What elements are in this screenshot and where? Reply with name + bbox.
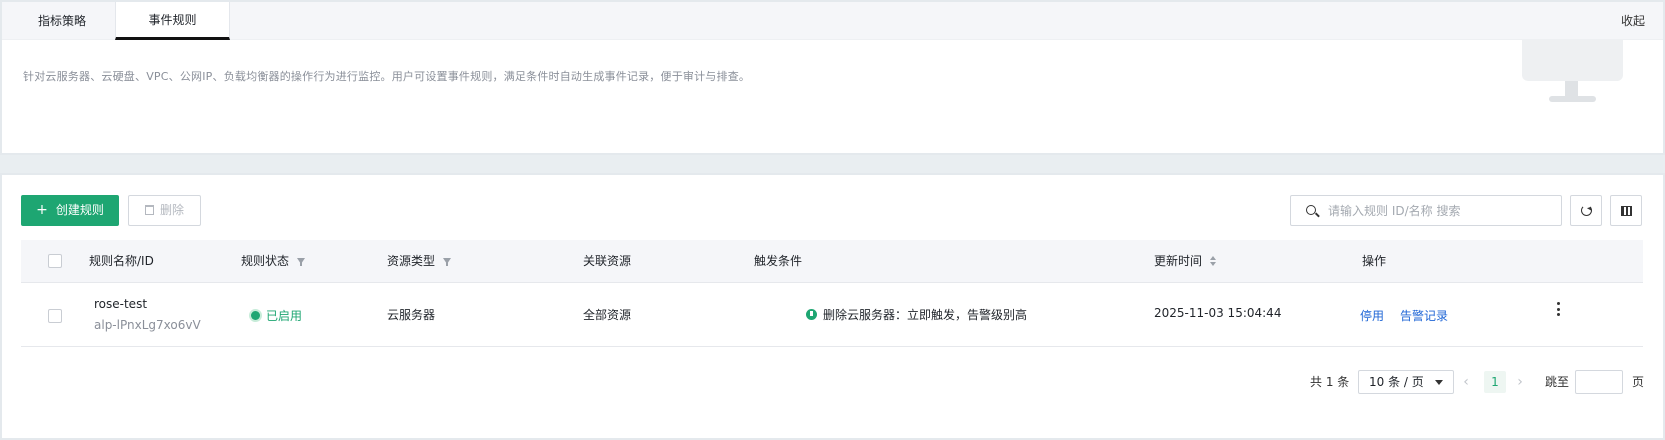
create-rule-label: 创建规则 bbox=[55, 203, 104, 217]
refresh-icon bbox=[1581, 205, 1592, 216]
related-resource-cell: 全部资源 bbox=[583, 308, 632, 322]
search-icon bbox=[1306, 205, 1316, 215]
monitor-base bbox=[1549, 96, 1596, 102]
column-header-actions-label: 操作 bbox=[1362, 254, 1387, 268]
column-header-resource-type-label: 资源类型 bbox=[387, 254, 436, 268]
page-suffix: 页 bbox=[1632, 375, 1645, 389]
column-header-trigger: 触发条件 bbox=[754, 240, 802, 283]
column-header-actions: 操作 bbox=[1362, 240, 1386, 283]
total-count: 共 1 条 bbox=[1310, 375, 1350, 389]
chevron-down-icon bbox=[1435, 380, 1443, 385]
tab-metric-policy[interactable]: 指标策略 bbox=[10, 2, 114, 40]
page-size-value: 10 条 / 页 bbox=[1369, 375, 1424, 389]
column-header-name: 规则名称/ID bbox=[89, 240, 154, 283]
filter-icon[interactable] bbox=[443, 258, 452, 266]
column-header-trigger-label: 触发条件 bbox=[754, 254, 803, 268]
current-page[interactable]: 1 bbox=[1484, 371, 1506, 393]
column-header-name-label: 规则名称/ID bbox=[89, 254, 154, 268]
rule-id: alp-lPnxLg7xo6vV bbox=[94, 318, 201, 332]
status-badge: 已启用 bbox=[251, 307, 302, 324]
tab-event-rules[interactable]: 事件规则 bbox=[115, 2, 230, 40]
column-header-resource-type: 资源类型 bbox=[387, 240, 452, 283]
page-jump-input[interactable] bbox=[1575, 370, 1623, 394]
table-header: 规则名称/ID 规则状态 资源类型 关联资源 触发条件 更新时间 操作 bbox=[21, 240, 1643, 283]
disable-link[interactable]: 停用 bbox=[1360, 307, 1384, 324]
description-text: 针对云服务器、云硬盘、VPC、公网IP、负载均衡器的操作行为进行监控。用户可设置… bbox=[23, 70, 751, 83]
search-input[interactable] bbox=[1328, 196, 1556, 225]
more-actions-icon[interactable] bbox=[1557, 302, 1561, 318]
tab-bar: 指标策略 事件规则 收起 bbox=[2, 2, 1663, 40]
select-all-checkbox[interactable] bbox=[48, 254, 62, 268]
trash-icon bbox=[144, 205, 154, 215]
filter-icon[interactable] bbox=[297, 258, 306, 266]
trigger-cell: 删除云服务器：立即触发，告警级别高 bbox=[806, 306, 1027, 323]
column-header-status: 规则状态 bbox=[241, 240, 306, 283]
column-header-related-resource: 关联资源 bbox=[583, 240, 631, 283]
rule-name: rose-test bbox=[94, 297, 148, 311]
plus-icon: + bbox=[36, 202, 48, 218]
column-header-status-label: 规则状态 bbox=[241, 254, 290, 268]
rules-intro-panel: 指标策略 事件规则 收起 针对云服务器、云硬盘、VPC、公网IP、负载均衡器的操… bbox=[0, 0, 1665, 155]
column-header-related-resource-label: 关联资源 bbox=[583, 254, 632, 268]
monitor-screen bbox=[1522, 40, 1623, 81]
next-page-icon[interactable]: › bbox=[1512, 370, 1528, 394]
alarm-records-link[interactable]: 告警记录 bbox=[1400, 307, 1448, 324]
status-dot-icon bbox=[251, 311, 260, 320]
create-rule-button[interactable]: + 创建规则 bbox=[21, 195, 119, 226]
resource-type-cell: 云服务器 bbox=[387, 308, 436, 322]
refresh-button[interactable] bbox=[1570, 195, 1602, 226]
search-box bbox=[1290, 195, 1562, 226]
trigger-icon bbox=[806, 309, 817, 320]
jump-label: 跳至 bbox=[1545, 375, 1570, 389]
trigger-text: 删除云服务器：立即触发，告警级别高 bbox=[823, 308, 1028, 322]
columns-icon bbox=[1621, 206, 1632, 216]
delete-label: 删除 bbox=[159, 203, 184, 217]
collapse-button[interactable]: 收起 bbox=[1621, 2, 1645, 40]
column-header-updated-at: 更新时间 bbox=[1154, 240, 1217, 283]
updated-at-cell: 2025-11-03 15:04:44 bbox=[1154, 306, 1282, 320]
sort-icon[interactable] bbox=[1210, 256, 1217, 266]
column-header-updated-at-label: 更新时间 bbox=[1154, 254, 1203, 268]
row-checkbox[interactable] bbox=[48, 309, 62, 323]
monitor-illustration-icon bbox=[1522, 40, 1627, 102]
column-settings-button[interactable] bbox=[1610, 195, 1642, 226]
prev-page-icon[interactable]: ‹ bbox=[1458, 370, 1474, 394]
status-label: 已启用 bbox=[266, 309, 303, 323]
page-size-select[interactable]: 10 条 / 页 bbox=[1358, 370, 1454, 394]
delete-button[interactable]: 删除 bbox=[128, 195, 201, 226]
monitor-neck bbox=[1565, 81, 1578, 97]
table-row: rose-test alp-lPnxLg7xo6vV 已启用 云服务器 全部资源… bbox=[21, 284, 1643, 347]
